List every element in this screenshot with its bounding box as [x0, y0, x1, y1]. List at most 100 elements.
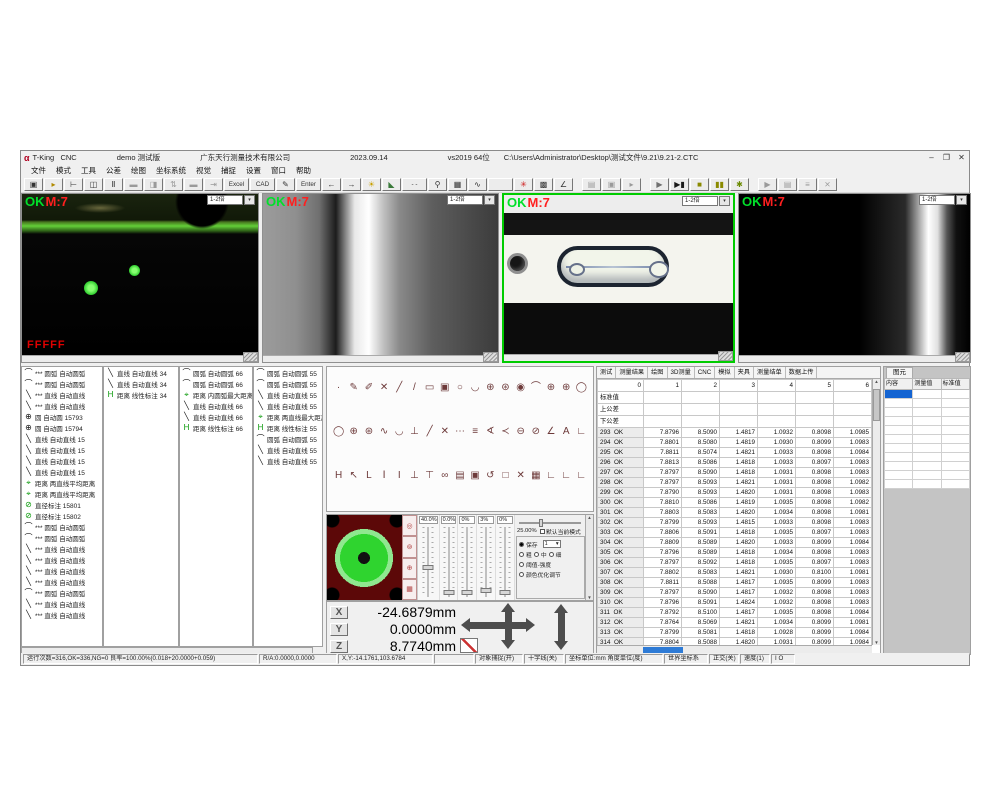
- tool-icon[interactable]: ▭: [423, 381, 436, 395]
- list-item[interactable]: ╲直线 自动直线 15: [22, 455, 102, 466]
- toolbar-button[interactable]: ⊢: [64, 178, 83, 191]
- table-row[interactable]: 309 OK7.87978.50901.48171.09320.80981.09…: [598, 588, 872, 598]
- slider-thumb[interactable]: [423, 565, 434, 570]
- camera-zoom-select[interactable]: 1-2倍: [682, 196, 718, 206]
- menu-item-工具[interactable]: 工具: [76, 165, 101, 176]
- camera-hscrollbar[interactable]: [504, 354, 733, 361]
- menu-item-帮助[interactable]: 帮助: [291, 165, 316, 176]
- list-item[interactable]: ╲*** 直线 自动直线: [22, 609, 102, 620]
- list-item[interactable]: ⌒圆弧 自动圆弧 55: [254, 433, 322, 444]
- table-row[interactable]: 295 OK7.88118.50741.48211.09330.80981.09…: [598, 448, 872, 458]
- list-item[interactable]: ╲*** 直线 自动直线: [22, 389, 102, 400]
- element-row[interactable]: [885, 426, 970, 435]
- table-row[interactable]: 312 OK7.87648.50691.48211.09340.80991.09…: [598, 618, 872, 628]
- table-row[interactable]: 296 OK7.88138.50861.48181.09330.80971.09…: [598, 458, 872, 468]
- tool-icon[interactable]: ▦: [529, 469, 542, 483]
- menu-item-设置[interactable]: 设置: [241, 165, 266, 176]
- toolbar-button[interactable]: ∠: [554, 178, 573, 191]
- table-row[interactable]: 310 OK7.87968.50911.48241.09320.80981.09…: [598, 598, 872, 608]
- light-mode-button[interactable]: ◎: [402, 515, 417, 536]
- toolbar-button[interactable]: ▸: [622, 178, 641, 191]
- tool-icon[interactable]: ⊥: [408, 425, 421, 439]
- list-item[interactable]: ⌖距离 内圆弧最大距离: [180, 389, 252, 400]
- list-item[interactable]: ╲*** 直线 自动直线: [22, 598, 102, 609]
- list-item[interactable]: ⌒*** 圆弧 自动圆弧: [22, 378, 102, 389]
- menu-item-模式[interactable]: 模式: [51, 165, 76, 176]
- list-item[interactable]: ⌒*** 圆弧 自动圆弧: [22, 367, 102, 378]
- list-item[interactable]: H距离 线性标注 66: [180, 422, 252, 433]
- toolbar-button[interactable]: ▮▮: [710, 178, 729, 191]
- table-row[interactable]: 313 OK7.87998.50811.48181.09280.80991.09…: [598, 628, 872, 638]
- chevron-down-icon[interactable]: ▾: [484, 195, 495, 205]
- list-item[interactable]: ╲直线 自动直线 15: [22, 433, 102, 444]
- toolbar-button[interactable]: ▤: [582, 178, 601, 191]
- tool-icon[interactable]: ∟: [560, 469, 573, 483]
- toolbar-button[interactable]: ✱: [730, 178, 749, 191]
- toolbar-button[interactable]: ◣: [382, 178, 401, 191]
- grid-special-row[interactable]: 上公差: [598, 404, 872, 416]
- result-tab[interactable]: 测量结单: [754, 367, 786, 378]
- scrollbar-thumb[interactable]: [873, 389, 880, 421]
- list-item[interactable]: ╲直线 自动直线 34: [104, 367, 178, 378]
- up-arrow-icon[interactable]: ▲: [587, 515, 591, 520]
- table-row[interactable]: 300 OK7.88108.50861.48191.09350.80981.09…: [598, 498, 872, 508]
- table-row[interactable]: 308 OK7.88118.50881.48171.09350.80991.09…: [598, 578, 872, 588]
- resize-grip-icon[interactable]: [243, 352, 258, 362]
- toolbar-button[interactable]: ▶: [650, 178, 669, 191]
- tool-icon[interactable]: A: [560, 425, 573, 439]
- camera-hscrollbar[interactable]: [22, 355, 258, 362]
- toolbar-button[interactable]: CAD: [250, 178, 275, 191]
- tool-icon[interactable]: ⊕: [484, 381, 497, 395]
- element-row[interactable]: [885, 399, 970, 408]
- checkbox-icon[interactable]: [540, 529, 545, 534]
- camera-hscrollbar[interactable]: [263, 355, 498, 362]
- resize-grip-icon[interactable]: [483, 352, 498, 362]
- table-row[interactable]: 302 OK7.87998.50931.48151.09330.80981.09…: [598, 518, 872, 528]
- tool-icon[interactable]: ▣: [469, 469, 482, 483]
- slider-track[interactable]: [481, 527, 492, 597]
- tool-icon[interactable]: /: [408, 381, 421, 395]
- slider-thumb[interactable]: [443, 590, 454, 595]
- master-slider[interactable]: [519, 522, 581, 524]
- table-row[interactable]: 298 OK7.87978.50931.48211.09310.80981.09…: [598, 478, 872, 488]
- table-row[interactable]: 294 OK7.88018.50801.48191.09300.80991.09…: [598, 438, 872, 448]
- tool-icon[interactable]: ✕: [514, 469, 527, 483]
- tool-icon[interactable]: ⊥: [408, 469, 421, 483]
- table-row[interactable]: 304 OK7.88098.50891.48201.09330.80991.09…: [598, 538, 872, 548]
- resize-grip-icon[interactable]: [718, 351, 733, 361]
- diagonal-move-button[interactable]: [460, 638, 478, 653]
- camera-hscrollbar[interactable]: [739, 355, 970, 362]
- tool-icon[interactable]: ∟: [575, 469, 588, 483]
- camera-view-3[interactable]: OKM:7 1-2倍 ▾: [502, 193, 735, 363]
- chevron-down-icon[interactable]: ▾: [556, 541, 559, 547]
- menu-item-文件[interactable]: 文件: [26, 165, 51, 176]
- default-mode-checkbox[interactable]: 默认当前模式: [540, 527, 581, 536]
- camera-zoom-select[interactable]: 1-2倍: [919, 195, 955, 205]
- tool-icon[interactable]: ∞: [438, 469, 451, 483]
- toolbar-button[interactable]: ←: [322, 178, 341, 191]
- result-tab[interactable]: 数据上传: [786, 367, 818, 378]
- element-row[interactable]: [885, 417, 970, 426]
- list-item[interactable]: ⌒*** 圆弧 自动圆弧: [22, 587, 102, 598]
- toolbar-button[interactable]: ▬: [124, 178, 143, 191]
- toolbar-button[interactable]: ☀: [362, 178, 381, 191]
- slider-value-input[interactable]: 40.0%: [419, 516, 438, 524]
- tool-icon[interactable]: ∟: [544, 469, 557, 483]
- list-item[interactable]: ╲*** 直线 自动直线: [22, 565, 102, 576]
- light-mode-button[interactable]: ▦: [402, 579, 417, 600]
- element-row[interactable]: [885, 408, 970, 417]
- grid-special-row[interactable]: 标准值: [598, 392, 872, 404]
- toolbar-button[interactable]: ≡: [798, 178, 817, 191]
- tool-icon[interactable]: ⊕: [560, 381, 573, 395]
- toolbar-button[interactable]: [488, 178, 513, 191]
- menu-item-捕捉[interactable]: 捕捉: [216, 165, 241, 176]
- toolbar-button[interactable]: ∿: [468, 178, 487, 191]
- tool-icon[interactable]: ╱: [423, 425, 436, 439]
- toolbar-button[interactable]: ▤: [778, 178, 797, 191]
- toolbar-button[interactable]: ▦: [448, 178, 467, 191]
- radio-color[interactable]: 颜色优化调节: [519, 569, 584, 579]
- list-item[interactable]: ╲直线 自动直线 55: [254, 444, 322, 455]
- tool-icon[interactable]: ⌒: [529, 381, 542, 395]
- menu-item-绘图[interactable]: 绘图: [126, 165, 151, 176]
- radio-threshold[interactable]: 阈值-强度: [519, 559, 584, 569]
